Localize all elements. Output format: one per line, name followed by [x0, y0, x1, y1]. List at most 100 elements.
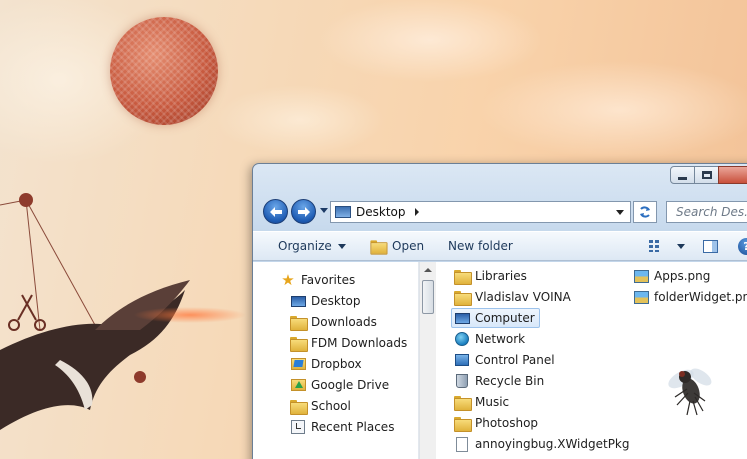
nav-item-label: FDM Downloads: [311, 336, 408, 350]
view-list-icon: [649, 240, 659, 252]
desktop-icon: [335, 206, 351, 218]
folder-icon: [454, 415, 472, 432]
caption-buttons: [670, 166, 747, 184]
arrow-left-icon: [269, 206, 282, 217]
nav-item-label: School: [311, 399, 351, 413]
nav-item-fdm-downloads[interactable]: FDM Downloads: [290, 333, 407, 353]
item-label: Network: [475, 332, 526, 346]
item-label: Computer: [475, 311, 535, 325]
item-label: Vladislav VOINA: [475, 290, 571, 304]
organize-button[interactable]: Organize: [278, 239, 346, 253]
search-input[interactable]: Search Des...: [666, 201, 747, 223]
network-icon: [454, 331, 470, 347]
list-item[interactable]: folderWidget.png: [633, 287, 747, 307]
navigation-scrollbar[interactable]: [419, 262, 436, 459]
star-icon: ★: [281, 271, 295, 289]
folder-icon: [290, 335, 308, 352]
computer-icon: [454, 310, 470, 326]
google-drive-folder-icon: [290, 377, 306, 393]
item-label: annoyingbug.XWidgetPkg: [475, 437, 630, 451]
image-file-icon: [633, 268, 649, 284]
help-button[interactable]: ?: [738, 238, 747, 255]
change-view-button[interactable]: [649, 240, 685, 252]
list-item[interactable]: Libraries: [454, 266, 527, 286]
minimize-icon: [678, 176, 687, 180]
item-label: Control Panel: [475, 353, 555, 367]
nav-item-label: Desktop: [311, 294, 361, 308]
item-label: folderWidget.png: [654, 290, 747, 304]
new-folder-button[interactable]: New folder: [448, 239, 513, 253]
address-bar[interactable]: Desktop: [330, 201, 631, 223]
organize-label: Organize: [278, 239, 332, 253]
nav-item-label: Downloads: [311, 315, 377, 329]
desktop-icon: [290, 293, 306, 309]
open-button[interactable]: Open: [370, 239, 425, 255]
scrollbar-thumb[interactable]: [422, 280, 434, 314]
nav-item-downloads[interactable]: Downloads: [290, 312, 377, 332]
folder-icon: [290, 398, 308, 415]
nav-item-label: Dropbox: [311, 357, 362, 371]
list-item[interactable]: Music: [454, 392, 509, 412]
control-panel-icon: [454, 352, 470, 368]
recent-pages-dropdown[interactable]: [320, 208, 328, 213]
navigation-pane[interactable]: ★ Favorites Desktop Downloads FDM Downlo…: [253, 262, 419, 459]
new-folder-label: New folder: [448, 239, 513, 253]
refresh-icon: [640, 206, 650, 218]
close-button[interactable]: [718, 166, 747, 184]
item-label: Recycle Bin: [475, 374, 545, 388]
navigation-bar: Desktop Search Des...: [261, 199, 747, 225]
list-item[interactable]: Vladislav VOINA: [454, 287, 571, 307]
dropbox-folder-icon: [290, 356, 306, 372]
back-button[interactable]: [263, 199, 288, 224]
list-item[interactable]: annoyingbug.XWidgetPkg: [454, 434, 630, 454]
item-label: Apps.png: [654, 269, 711, 283]
wallpaper-light-beam: [130, 300, 255, 330]
help-icon: ?: [743, 240, 747, 253]
nav-item-label: Google Drive: [311, 378, 390, 392]
open-label: Open: [392, 239, 425, 253]
list-item[interactable]: Recycle Bin: [454, 371, 544, 391]
list-item[interactable]: Apps.png: [633, 266, 710, 286]
chevron-down-icon[interactable]: [677, 243, 685, 249]
nav-item-desktop[interactable]: Desktop: [290, 291, 361, 311]
nav-item-label: Recent Places: [311, 420, 395, 434]
item-label: Libraries: [475, 269, 527, 283]
package-file-icon: [454, 436, 470, 452]
folder-icon: [454, 394, 472, 411]
address-location[interactable]: Desktop: [356, 205, 406, 219]
command-bar: Organize Open New folder ?: [253, 231, 747, 261]
nav-item-google-drive[interactable]: Google Drive: [290, 375, 389, 395]
nav-item-recent-places[interactable]: Recent Places: [290, 417, 394, 437]
breadcrumb-arrow-icon[interactable]: [414, 208, 419, 216]
downloads-folder-icon: [290, 314, 308, 331]
nav-item-dropbox[interactable]: Dropbox: [290, 354, 362, 374]
fly-widget[interactable]: [663, 357, 718, 417]
recent-places-icon: [290, 419, 306, 435]
chevron-down-icon: [337, 243, 346, 249]
scroll-up-arrow-icon[interactable]: [424, 268, 432, 272]
refresh-button[interactable]: [633, 201, 657, 223]
arrow-right-icon: [297, 206, 310, 217]
libraries-icon: [454, 268, 472, 285]
preview-pane-button[interactable]: [703, 240, 718, 253]
list-item-selected[interactable]: Computer: [451, 308, 540, 328]
image-file-icon: [633, 289, 649, 305]
nav-item-school[interactable]: School: [290, 396, 351, 416]
list-item[interactable]: Control Panel: [454, 350, 555, 370]
forward-button[interactable]: [291, 199, 316, 224]
title-bar[interactable]: [253, 164, 747, 194]
list-item[interactable]: Network: [454, 329, 525, 349]
user-folder-icon: [454, 289, 472, 306]
item-label: Photoshop: [475, 416, 539, 430]
nav-favorites[interactable]: ★ Favorites: [280, 270, 355, 290]
wallpaper-red-sphere: [110, 17, 218, 125]
list-item[interactable]: Photoshop: [454, 413, 538, 433]
maximize-icon: [701, 171, 712, 179]
item-label: Music: [475, 395, 510, 409]
minimize-button[interactable]: [670, 166, 695, 184]
recycle-bin-icon: [454, 373, 470, 389]
favorites-label: Favorites: [301, 273, 356, 287]
address-dropdown-icon[interactable]: [616, 210, 624, 215]
open-folder-icon: [370, 239, 388, 255]
maximize-button[interactable]: [694, 166, 719, 184]
